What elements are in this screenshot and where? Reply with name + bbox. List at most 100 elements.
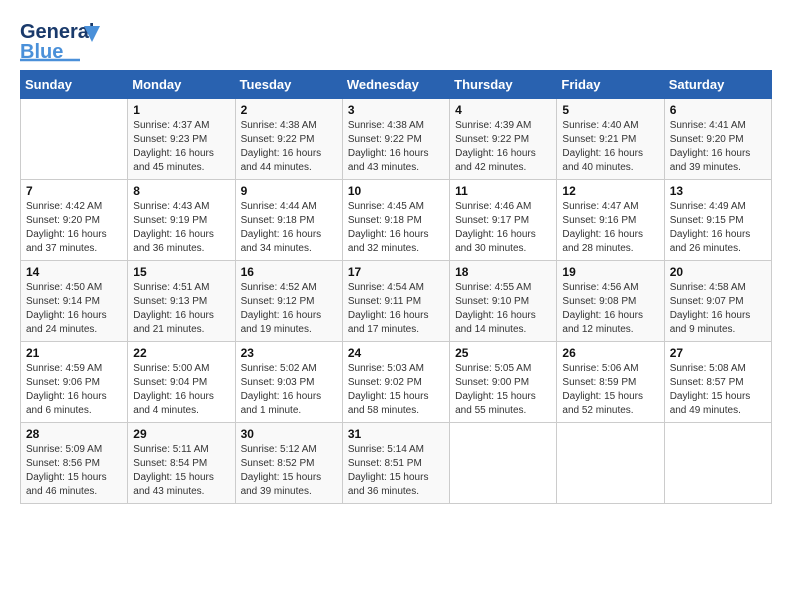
day-info: Sunrise: 4:44 AMSunset: 9:18 PMDaylight:… <box>241 200 337 256</box>
calendar-cell: 6 Sunrise: 4:41 AMSunset: 9:20 PMDaylight… <box>664 99 771 180</box>
day-info: Sunrise: 5:02 AMSunset: 9:03 PMDaylight:… <box>241 362 337 418</box>
day-info: Sunrise: 4:46 AMSunset: 9:17 PMDaylight:… <box>455 200 551 256</box>
day-info: Sunrise: 4:52 AMSunset: 9:12 PMDaylight:… <box>241 281 337 337</box>
day-info: Sunrise: 4:49 AMSunset: 9:15 PMDaylight:… <box>670 200 766 256</box>
day-info: Sunrise: 4:50 AMSunset: 9:14 PMDaylight:… <box>26 281 122 337</box>
day-info: Sunrise: 4:47 AMSunset: 9:16 PMDaylight:… <box>562 200 658 256</box>
day-info: Sunrise: 5:09 AMSunset: 8:56 PMDaylight:… <box>26 443 122 499</box>
day-of-week-header: Saturday <box>664 71 771 99</box>
day-number: 15 <box>133 265 229 279</box>
day-info: Sunrise: 4:38 AMSunset: 9:22 PMDaylight:… <box>241 119 337 175</box>
calendar-header: SundayMondayTuesdayWednesdayThursdayFrid… <box>21 71 772 99</box>
day-number: 13 <box>670 184 766 198</box>
day-info: Sunrise: 5:06 AMSunset: 8:59 PMDaylight:… <box>562 362 658 418</box>
calendar-cell: 5Sunrise: 4:40 AMSunset: 9:21 PMDaylight… <box>557 99 664 180</box>
day-number: 11 <box>455 184 551 198</box>
day-of-week-header: Wednesday <box>342 71 449 99</box>
day-of-week-header: Tuesday <box>235 71 342 99</box>
calendar-cell: 20Sunrise: 4:58 AMSunset: 9:07 PMDayligh… <box>664 261 771 342</box>
day-info: Sunrise: 4:56 AMSunset: 9:08 PMDaylight:… <box>562 281 658 337</box>
calendar-cell <box>557 423 664 504</box>
day-info: Sunrise: 4:38 AMSunset: 9:22 PMDaylight:… <box>348 119 444 175</box>
day-number: 18 <box>455 265 551 279</box>
calendar-cell: 16 Sunrise: 4:52 AMSunset: 9:12 PMDayligh… <box>235 261 342 342</box>
day-number: 14 <box>26 265 122 279</box>
svg-text:General: General <box>20 21 94 43</box>
calendar-cell: 31Sunrise: 5:14 AMSunset: 8:51 PMDayligh… <box>342 423 449 504</box>
day-number: 27 <box>670 346 766 360</box>
day-number: 6 <box>670 103 766 117</box>
calendar-cell: 3 Sunrise: 4:38 AMSunset: 9:22 PMDaylight… <box>342 99 449 180</box>
day-info: Sunrise: 4:45 AMSunset: 9:18 PMDaylight:… <box>348 200 444 256</box>
calendar-cell: 25Sunrise: 5:05 AMSunset: 9:00 PMDayligh… <box>450 342 557 423</box>
calendar-cell <box>21 99 128 180</box>
calendar-cell: 14 Sunrise: 4:50 AMSunset: 9:14 PMDayligh… <box>21 261 128 342</box>
calendar-cell: 13 Sunrise: 4:49 AMSunset: 9:15 PMDayligh… <box>664 180 771 261</box>
calendar-week-row: 14 Sunrise: 4:50 AMSunset: 9:14 PMDayligh… <box>21 261 772 342</box>
day-of-week-header: Friday <box>557 71 664 99</box>
day-info: Sunrise: 4:39 AMSunset: 9:22 PMDaylight:… <box>455 119 551 175</box>
day-number: 7 <box>26 184 122 198</box>
calendar-cell: 19Sunrise: 4:56 AMSunset: 9:08 PMDayligh… <box>557 261 664 342</box>
day-info: Sunrise: 4:41 AMSunset: 9:20 PMDaylight:… <box>670 119 766 175</box>
calendar-cell: 2 Sunrise: 4:38 AMSunset: 9:22 PMDaylight… <box>235 99 342 180</box>
calendar-cell: 22 Sunrise: 5:00 AMSunset: 9:04 PMDayligh… <box>128 342 235 423</box>
calendar-cell: 27 Sunrise: 5:08 AMSunset: 8:57 PMDayligh… <box>664 342 771 423</box>
days-header-row: SundayMondayTuesdayWednesdayThursdayFrid… <box>21 71 772 99</box>
day-info: Sunrise: 5:03 AMSunset: 9:02 PMDaylight:… <box>348 362 444 418</box>
calendar-week-row: 7 Sunrise: 4:42 AMSunset: 9:20 PMDaylight… <box>21 180 772 261</box>
day-number: 5 <box>562 103 658 117</box>
day-info: Sunrise: 4:55 AMSunset: 9:10 PMDaylight:… <box>455 281 551 337</box>
calendar-week-row: 1Sunrise: 4:37 AMSunset: 9:23 PMDaylight… <box>21 99 772 180</box>
calendar-cell: 24 Sunrise: 5:03 AMSunset: 9:02 PMDayligh… <box>342 342 449 423</box>
calendar-cell: 7 Sunrise: 4:42 AMSunset: 9:20 PMDaylight… <box>21 180 128 261</box>
calendar-cell: 15 Sunrise: 4:51 AMSunset: 9:13 PMDayligh… <box>128 261 235 342</box>
calendar-cell: 1Sunrise: 4:37 AMSunset: 9:23 PMDaylight… <box>128 99 235 180</box>
day-info: Sunrise: 4:51 AMSunset: 9:13 PMDaylight:… <box>133 281 229 337</box>
day-info: Sunrise: 4:54 AMSunset: 9:11 PMDaylight:… <box>348 281 444 337</box>
day-number: 9 <box>241 184 337 198</box>
day-number: 26 <box>562 346 658 360</box>
day-info: Sunrise: 5:00 AMSunset: 9:04 PMDaylight:… <box>133 362 229 418</box>
calendar-cell: 18 Sunrise: 4:55 AMSunset: 9:10 PMDayligh… <box>450 261 557 342</box>
calendar-cell <box>450 423 557 504</box>
calendar-cell: 8Sunrise: 4:43 AMSunset: 9:19 PMDaylight… <box>128 180 235 261</box>
day-number: 29 <box>133 427 229 441</box>
day-number: 28 <box>26 427 122 441</box>
calendar-cell: 11 Sunrise: 4:46 AMSunset: 9:17 PMDayligh… <box>450 180 557 261</box>
calendar-cell: 10Sunrise: 4:45 AMSunset: 9:18 PMDayligh… <box>342 180 449 261</box>
day-info: Sunrise: 5:11 AMSunset: 8:54 PMDaylight:… <box>133 443 229 499</box>
day-of-week-header: Monday <box>128 71 235 99</box>
calendar-week-row: 28 Sunrise: 5:09 AMSunset: 8:56 PMDayligh… <box>21 423 772 504</box>
day-number: 2 <box>241 103 337 117</box>
day-number: 30 <box>241 427 337 441</box>
day-number: 3 <box>348 103 444 117</box>
day-info: Sunrise: 4:42 AMSunset: 9:20 PMDaylight:… <box>26 200 122 256</box>
day-number: 17 <box>348 265 444 279</box>
calendar-cell: 4Sunrise: 4:39 AMSunset: 9:22 PMDaylight… <box>450 99 557 180</box>
day-number: 1 <box>133 103 229 117</box>
calendar-cell: 23Sunrise: 5:02 AMSunset: 9:03 PMDayligh… <box>235 342 342 423</box>
calendar-cell: 29 Sunrise: 5:11 AMSunset: 8:54 PMDayligh… <box>128 423 235 504</box>
logo-svg: General Blue <box>20 16 110 64</box>
day-of-week-header: Thursday <box>450 71 557 99</box>
day-number: 20 <box>670 265 766 279</box>
calendar-cell: 12Sunrise: 4:47 AMSunset: 9:16 PMDayligh… <box>557 180 664 261</box>
calendar-cell: 17 Sunrise: 4:54 AMSunset: 9:11 PMDayligh… <box>342 261 449 342</box>
page: General Blue SundayMondayTuesdayWednesda… <box>0 0 792 612</box>
calendar-cell <box>664 423 771 504</box>
calendar-cell: 28 Sunrise: 5:09 AMSunset: 8:56 PMDayligh… <box>21 423 128 504</box>
day-number: 8 <box>133 184 229 198</box>
calendar-body: 1Sunrise: 4:37 AMSunset: 9:23 PMDaylight… <box>21 99 772 504</box>
day-info: Sunrise: 5:05 AMSunset: 9:00 PMDaylight:… <box>455 362 551 418</box>
day-info: Sunrise: 5:08 AMSunset: 8:57 PMDaylight:… <box>670 362 766 418</box>
calendar-table: SundayMondayTuesdayWednesdayThursdayFrid… <box>20 70 772 504</box>
day-number: 16 <box>241 265 337 279</box>
calendar-cell: 30Sunrise: 5:12 AMSunset: 8:52 PMDayligh… <box>235 423 342 504</box>
day-info: Sunrise: 5:14 AMSunset: 8:51 PMDaylight:… <box>348 443 444 499</box>
day-of-week-header: Sunday <box>21 71 128 99</box>
calendar-cell: 9 Sunrise: 4:44 AMSunset: 9:18 PMDaylight… <box>235 180 342 261</box>
day-number: 21 <box>26 346 122 360</box>
day-number: 24 <box>348 346 444 360</box>
day-number: 22 <box>133 346 229 360</box>
